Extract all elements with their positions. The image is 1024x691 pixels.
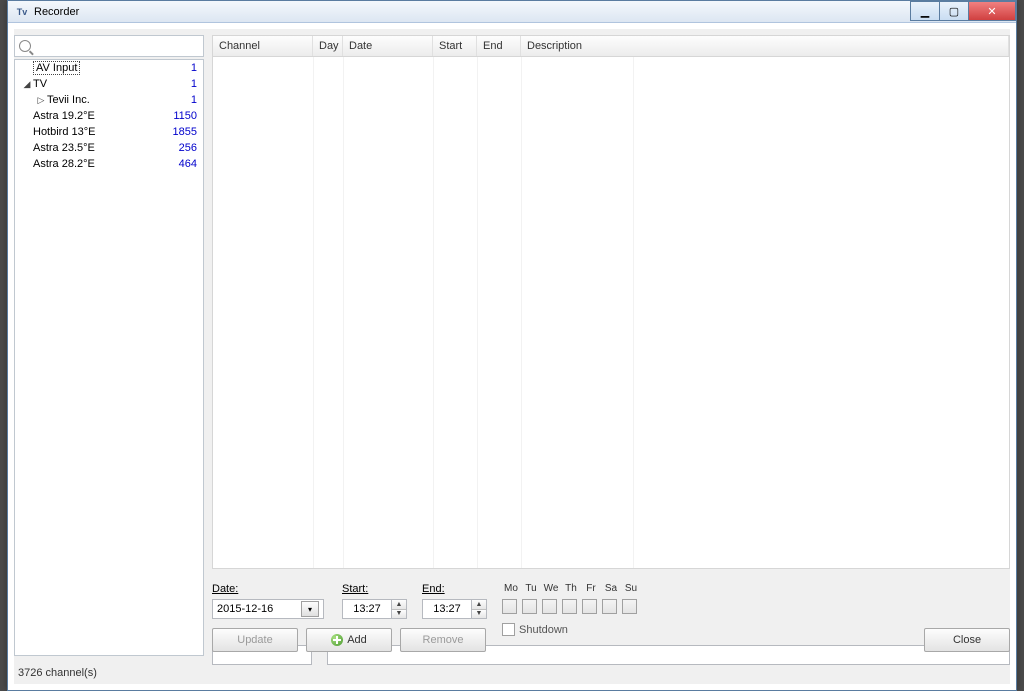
tree-item-count: 1150 — [163, 110, 197, 122]
day-checkbox[interactable] — [542, 599, 557, 614]
form-panel: Date: 2015-12-16 ▾ Start: 13:27 ▲▼ End: … — [212, 575, 1010, 654]
expander-icon[interactable]: ▷ — [35, 95, 47, 106]
date-value: 2015-12-16 — [217, 603, 273, 615]
tree-item-label: Astra 28.2°E — [33, 158, 163, 170]
tree-item[interactable]: AV Input1 — [15, 60, 203, 76]
close-icon: ✕ — [987, 5, 996, 18]
start-time-spinner[interactable]: ▲▼ — [392, 599, 407, 619]
tree-item[interactable]: Hotbird 13°E1855 — [15, 124, 203, 140]
channel-tree[interactable]: AV Input1◢TV1▷Tevii Inc.1Astra 19.2°E115… — [14, 59, 204, 656]
tree-item-count: 1 — [163, 94, 197, 106]
update-button[interactable]: Update — [212, 628, 298, 652]
day-label: Su — [622, 583, 640, 594]
titlebar[interactable]: Tv Recorder ▁ ▢ ✕ — [8, 1, 1016, 23]
tree-item-count: 464 — [163, 158, 197, 170]
app-icon: Tv — [14, 4, 30, 20]
expander-icon[interactable]: ◢ — [21, 79, 33, 90]
spin-up-icon[interactable]: ▲ — [472, 600, 486, 610]
day-checkbox[interactable] — [522, 599, 537, 614]
add-icon — [331, 634, 343, 646]
tree-item[interactable]: Astra 19.2°E1150 — [15, 108, 203, 124]
tree-item-label: Tevii Inc. — [47, 94, 163, 106]
tree-item[interactable]: Astra 23.5°E256 — [15, 140, 203, 156]
col-channel[interactable]: Channel — [213, 36, 313, 56]
close-button[interactable]: Close — [924, 628, 1010, 652]
tree-item-label: Hotbird 13°E — [33, 126, 163, 138]
day-checkboxes — [502, 599, 637, 614]
col-start[interactable]: Start — [433, 36, 477, 56]
day-label: Mo — [502, 583, 520, 594]
client-area: AV Input1◢TV1▷Tevii Inc.1Astra 19.2°E115… — [14, 29, 1010, 684]
grid-line — [521, 57, 522, 568]
add-button[interactable]: Add — [306, 628, 392, 652]
window-title: Recorder — [34, 6, 79, 18]
date-picker[interactable]: 2015-12-16 ▾ — [212, 599, 324, 619]
window: Tv Recorder ▁ ▢ ✕ AV Input1◢TV1▷Tevii In… — [7, 0, 1017, 691]
grid-line — [343, 57, 344, 568]
end-time-spinner[interactable]: ▲▼ — [472, 599, 487, 619]
tree-item-label: TV — [33, 78, 163, 90]
tree-item-label: AV Input — [33, 62, 163, 74]
close-window-button[interactable]: ✕ — [968, 1, 1016, 21]
day-checkbox[interactable] — [582, 599, 597, 614]
col-date[interactable]: Date — [343, 36, 433, 56]
button-row: Update Add Remove Close — [212, 628, 1010, 654]
schedule-header: Channel Day Date Start End Description — [212, 35, 1010, 57]
day-checkbox[interactable] — [562, 599, 577, 614]
tree-item[interactable]: ◢TV1 — [15, 76, 203, 92]
status-bar: 3726 channel(s) — [14, 662, 204, 684]
day-checkbox[interactable] — [602, 599, 617, 614]
day-label: Fr — [582, 583, 600, 594]
remove-button[interactable]: Remove — [400, 628, 486, 652]
grid-line — [633, 57, 634, 568]
col-day[interactable]: Day — [313, 36, 343, 56]
main-area: Channel Day Date Start End Description D… — [212, 35, 1010, 684]
end-label: End: — [422, 583, 445, 595]
minimize-icon: ▁ — [921, 5, 929, 18]
maximize-icon: ▢ — [949, 5, 959, 18]
tree-item-count: 1 — [163, 62, 197, 74]
calendar-button[interactable]: ▾ — [301, 601, 319, 617]
tree-item-label: Astra 19.2°E — [33, 110, 163, 122]
start-time-input[interactable]: 13:27 — [342, 599, 392, 619]
day-label: We — [542, 583, 560, 594]
col-description[interactable]: Description — [521, 36, 1009, 56]
grid-line — [313, 57, 314, 568]
tree-item-count: 256 — [163, 142, 197, 154]
search-input[interactable] — [35, 40, 199, 52]
maximize-button[interactable]: ▢ — [939, 1, 969, 21]
tree-item-count: 1855 — [163, 126, 197, 138]
channel-count: 3726 channel(s) — [18, 667, 97, 679]
end-time-input[interactable]: 13:27 — [422, 599, 472, 619]
spin-down-icon[interactable]: ▼ — [472, 610, 486, 619]
spin-down-icon[interactable]: ▼ — [392, 610, 406, 619]
search-icon — [19, 40, 31, 52]
tree-item[interactable]: ▷Tevii Inc.1 — [15, 92, 203, 108]
schedule-list[interactable] — [212, 57, 1010, 569]
search-box[interactable] — [14, 35, 204, 57]
start-label: Start: — [342, 583, 368, 595]
day-labels: MoTuWeThFrSaSu — [502, 583, 640, 594]
tree-item[interactable]: Astra 28.2°E464 — [15, 156, 203, 172]
minimize-button[interactable]: ▁ — [910, 1, 940, 21]
grid-line — [477, 57, 478, 568]
day-checkbox[interactable] — [622, 599, 637, 614]
window-buttons: ▁ ▢ ✕ — [911, 1, 1016, 21]
tree-item-count: 1 — [163, 78, 197, 90]
day-label: Sa — [602, 583, 620, 594]
day-label: Th — [562, 583, 580, 594]
date-label: Date: — [212, 583, 238, 595]
day-checkbox[interactable] — [502, 599, 517, 614]
col-end[interactable]: End — [477, 36, 521, 56]
grid-line — [433, 57, 434, 568]
day-label: Tu — [522, 583, 540, 594]
spin-up-icon[interactable]: ▲ — [392, 600, 406, 610]
tree-item-label: Astra 23.5°E — [33, 142, 163, 154]
